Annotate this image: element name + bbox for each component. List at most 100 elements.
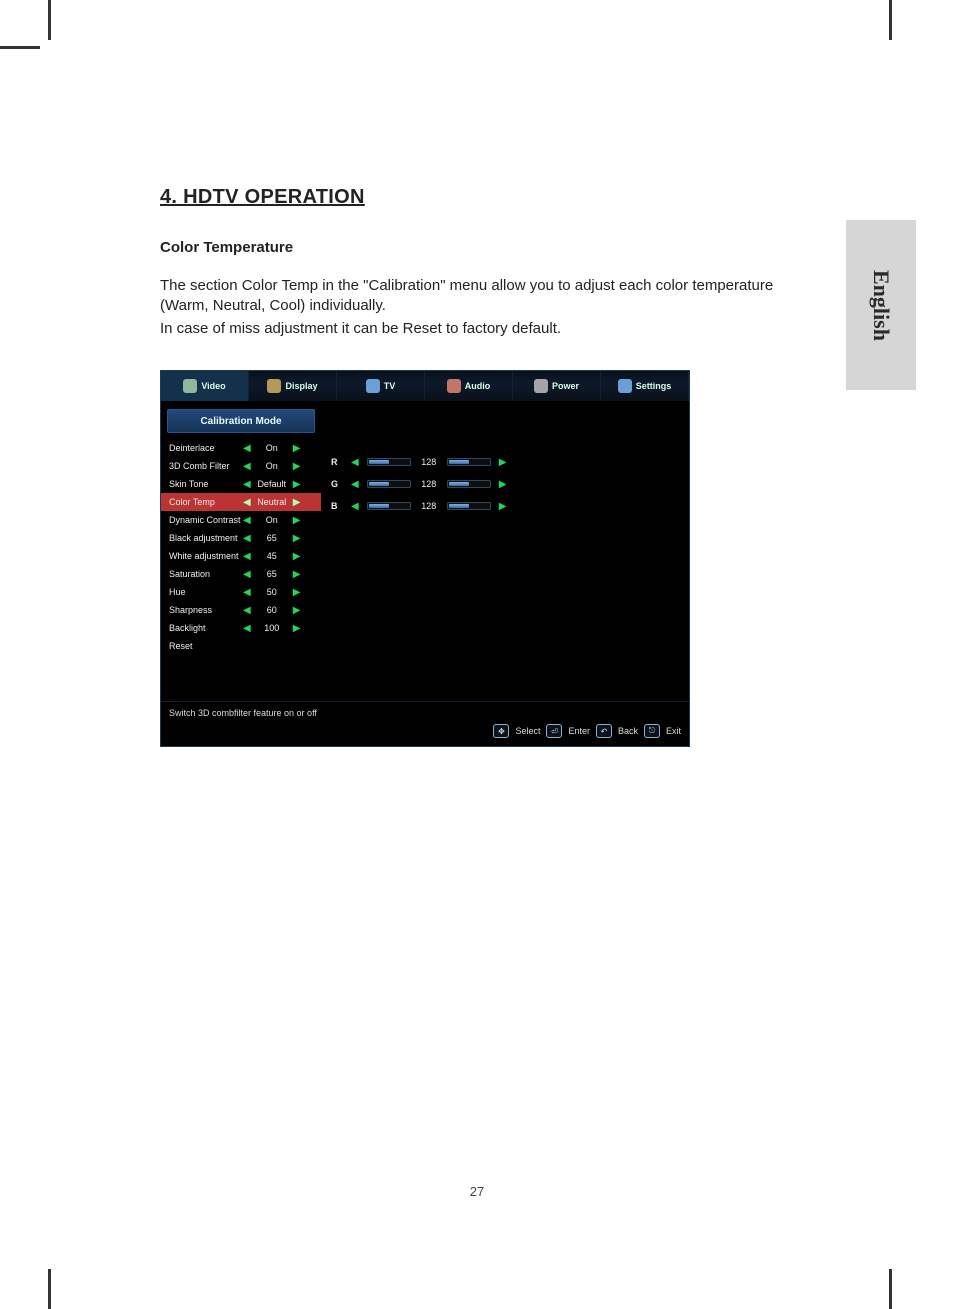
document-body: 4. HDTV OPERATION Color Temperature The …	[160, 186, 800, 343]
arrow-right-icon[interactable]: ▶	[293, 443, 301, 454]
menu-item-label: White adjustment	[169, 551, 239, 561]
arrow-right-icon[interactable]: ▶	[293, 461, 301, 472]
arrow-right-icon[interactable]: ▶	[499, 479, 507, 490]
rgb-slider-g[interactable]: G ◀ 128 ▶	[331, 473, 679, 495]
menu-item-black-adjustment[interactable]: Black adjustment ◀ 65 ▶	[161, 529, 321, 547]
osd-tabs: Video Display TV Audio Power Settings	[161, 371, 689, 401]
arrow-left-icon[interactable]: ◀	[351, 501, 359, 512]
audio-icon	[447, 379, 461, 393]
slider-bar-right	[447, 458, 491, 466]
osd-tab-label: Video	[201, 381, 225, 391]
rgb-slider-b[interactable]: B◀128▶	[331, 495, 679, 517]
slider-channel-label: G	[331, 479, 343, 489]
menu-item-label: Dynamic Contrast	[169, 515, 239, 525]
arrow-left-icon[interactable]: ◀	[243, 497, 251, 508]
osd-tab-power[interactable]: Power	[513, 371, 601, 401]
osd-tab-label: TV	[384, 381, 396, 391]
menu-item-label: Deinterlace	[169, 443, 239, 453]
section-heading: 4. HDTV OPERATION	[160, 186, 800, 209]
menu-item-value: Neutral	[255, 497, 289, 507]
slider-bar-left	[367, 502, 411, 510]
footer-label-back: Back	[618, 726, 638, 736]
arrow-left-icon[interactable]: ◀	[351, 457, 359, 468]
menu-item-label: 3D Comb Filter	[169, 461, 239, 471]
menu-item-value: On	[255, 443, 289, 453]
exit-key-icon: ⎋	[644, 724, 660, 738]
menu-item-label: Black adjustment	[169, 533, 239, 543]
arrow-left-icon[interactable]: ◀	[243, 479, 251, 490]
arrow-left-icon[interactable]: ◀	[243, 569, 251, 580]
menu-item-value: On	[255, 515, 289, 525]
enter-key-icon: ⏎	[546, 724, 562, 738]
arrow-right-icon[interactable]: ▶	[293, 497, 301, 508]
menu-item-value: 65	[255, 569, 289, 579]
back-key-icon: ↶	[596, 724, 612, 738]
osd-tab-video[interactable]: Video	[161, 371, 249, 401]
arrow-left-icon[interactable]: ◀	[351, 479, 359, 490]
arrow-left-icon[interactable]: ◀	[243, 461, 251, 472]
menu-item-reset[interactable]: Reset	[161, 637, 321, 655]
menu-item-backlight[interactable]: Backlight ◀ 100 ▶	[161, 619, 321, 637]
power-icon	[534, 379, 548, 393]
slider-value: 128	[419, 457, 439, 467]
arrow-right-icon[interactable]: ▶	[293, 551, 301, 562]
osd-tab-tv[interactable]: TV	[337, 371, 425, 401]
menu-item-value: 100	[255, 623, 289, 633]
language-label: English	[868, 270, 894, 341]
arrow-left-icon[interactable]: ◀	[243, 551, 251, 562]
menu-item-sharpness[interactable]: Sharpness◀60▶	[161, 601, 321, 619]
arrow-right-icon[interactable]: ▶	[499, 501, 507, 512]
slider-value: 128	[419, 501, 439, 511]
osd-left-panel: Calibration Mode Deinterlace ◀ On ▶ 3D Comb …	[161, 401, 321, 701]
settings-icon	[618, 379, 632, 393]
osd-tab-label: Display	[285, 381, 317, 391]
arrow-right-icon[interactable]: ▶	[293, 623, 301, 634]
language-tab: English	[846, 220, 916, 390]
osd-tab-settings[interactable]: Settings	[601, 371, 689, 401]
arrow-right-icon[interactable]: ▶	[293, 515, 301, 526]
arrow-left-icon[interactable]: ◀	[243, 533, 251, 544]
footer-label-enter: Enter	[568, 726, 590, 736]
arrow-right-icon[interactable]: ▶	[293, 569, 301, 580]
menu-item-value: 60	[255, 605, 289, 615]
menu-item-value: 50	[255, 587, 289, 597]
calibration-mode-header: Calibration Mode	[167, 409, 315, 433]
display-icon	[267, 379, 281, 393]
osd-footer: ✥Select⏎Enter↶Back⎋Exit	[161, 720, 689, 746]
menu-item-value: 65	[255, 533, 289, 543]
menu-item-deinterlace[interactable]: Deinterlace ◀ On ▶	[161, 439, 321, 457]
menu-item-color-temp[interactable]: Color Temp ◀ Neutral ▶	[161, 493, 321, 511]
menu-item-white-adjustment[interactable]: White adjustment ◀ 45 ▶	[161, 547, 321, 565]
slider-value: 128	[419, 479, 439, 489]
osd-tab-label: Power	[552, 381, 579, 391]
arrow-right-icon[interactable]: ▶	[293, 479, 301, 490]
arrow-left-icon[interactable]: ◀	[243, 605, 251, 616]
osd-tab-audio[interactable]: Audio	[425, 371, 513, 401]
menu-item-3d-comb-filter[interactable]: 3D Comb Filter◀On▶	[161, 457, 321, 475]
arrow-left-icon[interactable]: ◀	[243, 587, 251, 598]
menu-item-label: Backlight	[169, 623, 239, 633]
osd-tab-display[interactable]: Display	[249, 371, 337, 401]
footer-label-select: Select	[515, 726, 540, 736]
rgb-slider-r[interactable]: R ◀ 128 ▶	[331, 451, 679, 473]
arrow-right-icon[interactable]: ▶	[499, 457, 507, 468]
menu-item-value: 45	[255, 551, 289, 561]
arrow-right-icon[interactable]: ▶	[293, 533, 301, 544]
menu-item-label: Color Temp	[169, 497, 239, 507]
menu-item-hue[interactable]: Hue◀50▶	[161, 583, 321, 601]
menu-item-saturation[interactable]: Saturation◀65▶	[161, 565, 321, 583]
slider-channel-label: R	[331, 457, 343, 467]
menu-item-label: Skin Tone	[169, 479, 239, 489]
page-number: 27	[0, 1184, 954, 1199]
arrow-left-icon[interactable]: ◀	[243, 623, 251, 634]
menu-item-dynamic-contrast[interactable]: Dynamic Contrast ◀ On ▶	[161, 511, 321, 529]
arrow-left-icon[interactable]: ◀	[243, 443, 251, 454]
menu-item-skin-tone[interactable]: Skin Tone ◀ Default ▶	[161, 475, 321, 493]
slider-bar-left	[367, 480, 411, 488]
arrow-right-icon[interactable]: ▶	[293, 587, 301, 598]
arrow-left-icon[interactable]: ◀	[243, 515, 251, 526]
menu-item-value: Default	[255, 479, 289, 489]
slider-bar-left	[367, 458, 411, 466]
osd-right-panel: R◀128▶G◀128▶B◀128▶	[321, 401, 689, 701]
arrow-right-icon[interactable]: ▶	[293, 605, 301, 616]
